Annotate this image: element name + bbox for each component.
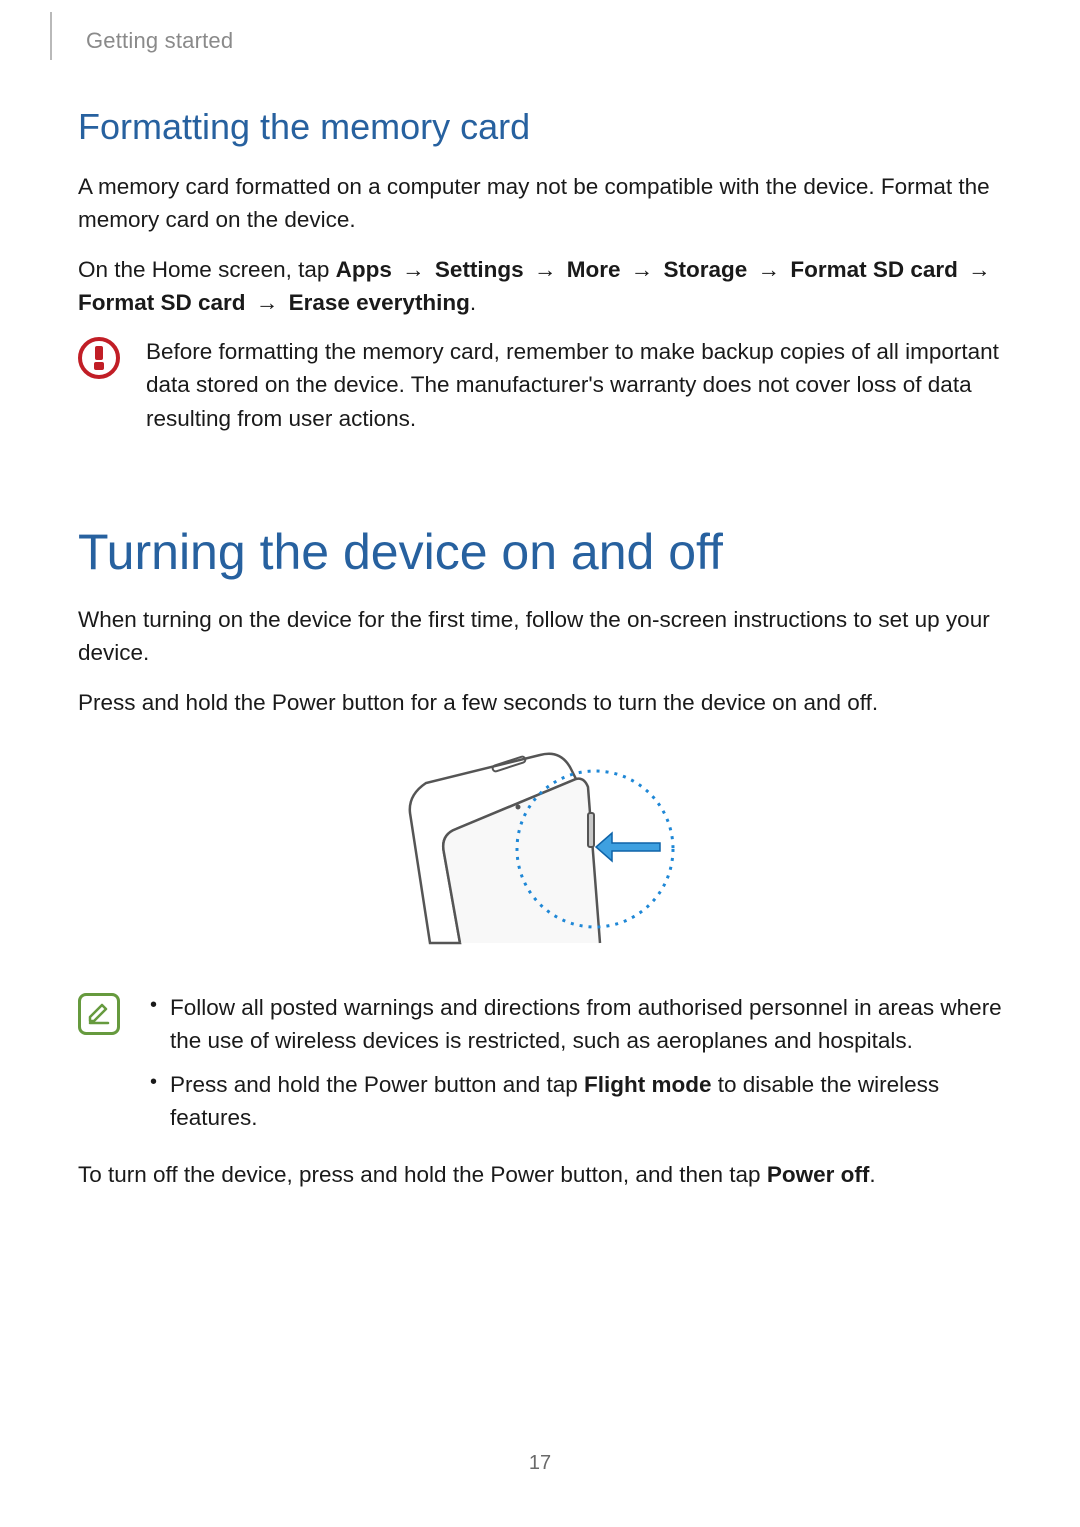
running-header: Getting started (86, 28, 1002, 54)
nav-apps: Apps (336, 257, 392, 282)
note2-pre: Press and hold the Power button and tap (170, 1072, 584, 1097)
arrow-icon: → (252, 290, 283, 315)
note-list: Follow all posted warnings and direction… (146, 991, 1002, 1134)
heading-turning-on-off: Turning the device on and off (78, 523, 1002, 581)
nav-more: More (567, 257, 621, 282)
note-item-2: Press and hold the Power button and tap … (146, 1068, 1002, 1135)
poff-bold: Power off (767, 1162, 870, 1187)
para-press-hold: Press and hold the Power button for a fe… (78, 686, 1002, 719)
heading-formatting: Formatting the memory card (78, 106, 1002, 148)
page-number: 17 (0, 1452, 1080, 1475)
nav-format2: Format SD card (78, 290, 246, 315)
arrow-icon: → (530, 257, 561, 282)
phone-outline-icon (410, 754, 600, 943)
note-item-1: Follow all posted warnings and direction… (146, 991, 1002, 1058)
arrow-icon: → (754, 257, 785, 282)
arrow-icon: → (964, 257, 995, 282)
caution-icon (78, 337, 120, 379)
note2-bold: Flight mode (584, 1072, 712, 1097)
arrow-icon: → (398, 257, 429, 282)
para-format-path: On the Home screen, tap Apps → Settings … (78, 253, 1002, 320)
warning-text: Before formatting the memory card, remem… (146, 335, 1002, 435)
power-button-diagram (78, 743, 1002, 963)
nav-format1: Format SD card (790, 257, 958, 282)
nav-storage: Storage (664, 257, 748, 282)
poff-post: . (869, 1162, 875, 1187)
nav-erase: Erase everything (289, 290, 470, 315)
nav-intro: On the Home screen, tap (78, 257, 336, 282)
header-rule (50, 12, 52, 60)
poff-pre: To turn off the device, press and hold t… (78, 1162, 767, 1187)
para-first-time: When turning on the device for the first… (78, 603, 1002, 670)
nav-settings: Settings (435, 257, 524, 282)
para-format-intro: A memory card formatted on a computer ma… (78, 170, 1002, 237)
warning-callout: Before formatting the memory card, remem… (78, 335, 1002, 435)
note-icon (78, 993, 120, 1035)
note-callout: Follow all posted warnings and direction… (78, 991, 1002, 1144)
arrow-icon: → (627, 257, 658, 282)
para-power-off: To turn off the device, press and hold t… (78, 1158, 1002, 1191)
press-arrow-icon (596, 833, 660, 861)
